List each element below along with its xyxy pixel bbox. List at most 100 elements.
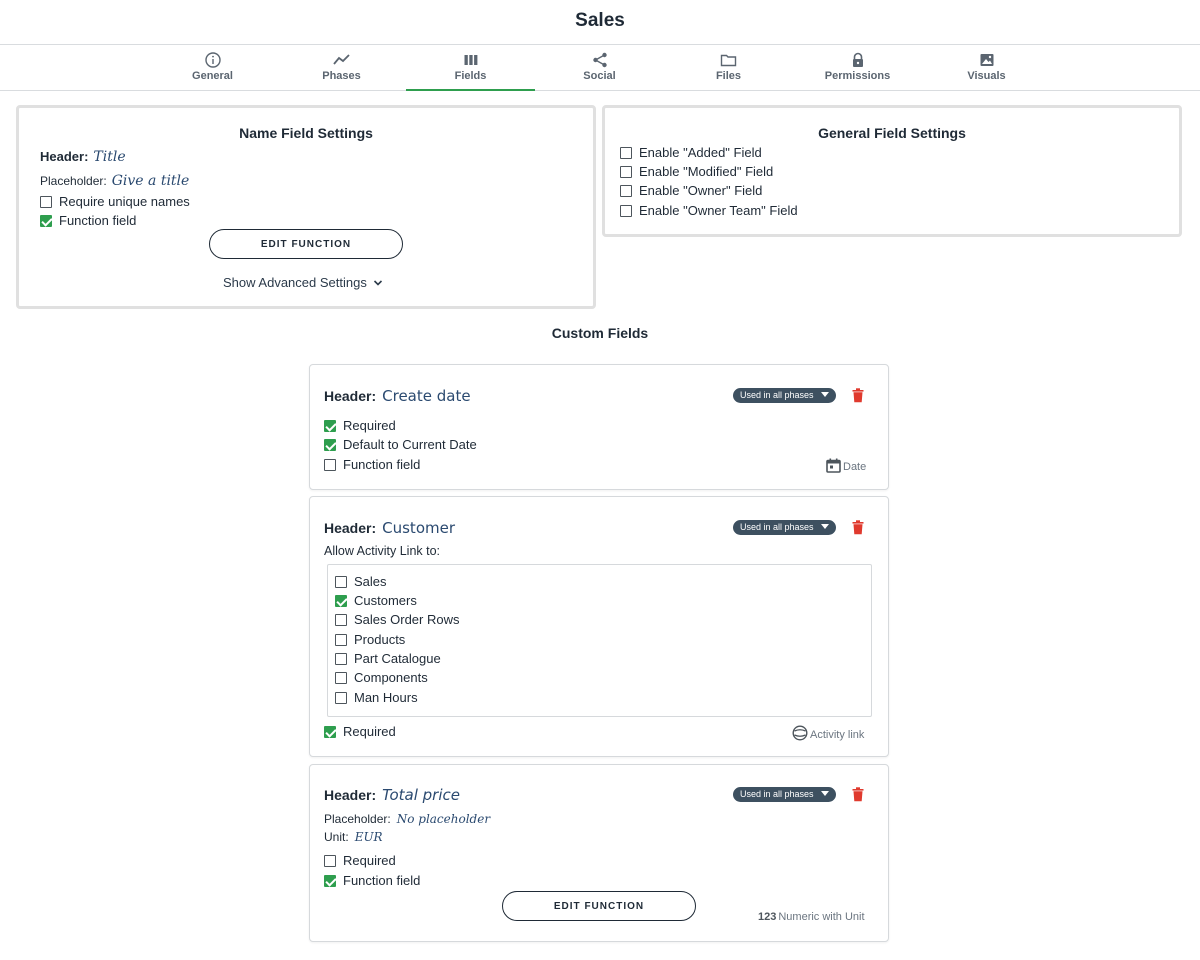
field-type-label: Numeric with Unit (778, 911, 865, 923)
field-type-tag: Activity link (792, 725, 864, 741)
link-target-man-hours[interactable]: Man Hours (335, 690, 418, 705)
header-label: Header: (40, 149, 89, 164)
edit-function-button[interactable]: EDIT FUNCTION (209, 229, 403, 259)
tab-visuals[interactable]: Visuals (922, 45, 1051, 91)
require-unique-checkbox[interactable] (40, 196, 52, 208)
header-value[interactable]: Title (93, 149, 125, 165)
enable-owner-team-checkbox[interactable] (620, 205, 632, 217)
phase-dropdown[interactable]: Used in all phases (733, 520, 836, 535)
function-field-checkbox[interactable] (40, 215, 52, 227)
card-header-row: Header: Total price (324, 786, 460, 804)
tab-phases[interactable]: Phases (277, 45, 406, 91)
link-target-checkbox[interactable] (335, 653, 347, 665)
field-type-tag: 123 Numeric with Unit (758, 911, 865, 923)
phase-dropdown[interactable]: Used in all phases (733, 388, 836, 403)
required-option[interactable]: Required (324, 418, 396, 433)
link-target-checkbox[interactable] (335, 634, 347, 646)
required-checkbox[interactable] (324, 855, 336, 867)
custom-field-card-customer: Header: Customer Used in all phases Allow… (309, 496, 889, 757)
show-advanced-settings-link[interactable]: Show Advanced Settings (223, 275, 383, 290)
phase-dropdown[interactable]: Used in all phases (733, 787, 836, 802)
trash-icon[interactable] (852, 520, 864, 535)
link-target-part-catalogue[interactable]: Part Catalogue (335, 651, 441, 666)
default-current-date-option[interactable]: Default to Current Date (324, 437, 477, 452)
name-header-row: Header: Title (40, 149, 126, 165)
page-title: Sales (575, 10, 625, 31)
tab-label: Files (715, 70, 742, 82)
header-label: Header: (324, 520, 377, 536)
trash-icon[interactable] (852, 388, 864, 403)
enable-owner-team-option[interactable]: Enable "Owner Team" Field (620, 203, 798, 218)
header-value[interactable]: Total price (382, 786, 460, 804)
function-field-option[interactable]: Function field (40, 213, 136, 228)
enable-owner-label: Enable "Owner" Field (639, 183, 763, 198)
link-target-products[interactable]: Products (335, 632, 405, 647)
enable-added-option[interactable]: Enable "Added" Field (620, 145, 762, 160)
default-current-date-checkbox[interactable] (324, 439, 336, 451)
tab-general[interactable]: General (148, 45, 277, 91)
enable-modified-checkbox[interactable] (620, 166, 632, 178)
tab-label: Social (583, 70, 616, 82)
tab-label: Visuals (967, 70, 1006, 82)
header-label: Header: (324, 388, 377, 404)
link-target-checkbox[interactable] (335, 672, 347, 684)
general-field-settings-panel: General Field Settings Enable "Added" Fi… (602, 105, 1182, 237)
unit-value[interactable]: EUR (355, 830, 383, 844)
placeholder-value[interactable]: Give a title (112, 173, 190, 189)
unit-label: Unit: (324, 830, 349, 844)
tab-fields[interactable]: Fields (406, 45, 535, 91)
function-field-option[interactable]: Function field (324, 873, 420, 888)
header-label: Header: (324, 787, 377, 803)
numeric-icon: 123 (758, 911, 777, 923)
link-target-components[interactable]: Components (335, 670, 428, 685)
require-unique-label: Require unique names (59, 194, 190, 209)
enable-added-checkbox[interactable] (620, 147, 632, 159)
placeholder-label: Placeholder: (324, 812, 391, 826)
function-field-option[interactable]: Function field (324, 457, 420, 472)
function-field-label: Function field (343, 457, 421, 472)
link-target-label: Man Hours (354, 690, 418, 705)
tab-permissions[interactable]: Permissions (793, 45, 922, 91)
name-placeholder-row: Placeholder: Give a title (40, 173, 189, 189)
field-type-label: Activity link (810, 729, 865, 741)
required-option[interactable]: Required (324, 853, 396, 868)
trash-icon[interactable] (852, 787, 864, 802)
activity-link-icon (792, 725, 808, 741)
header-value[interactable]: Create date (382, 387, 470, 405)
tab-label: Fields (454, 70, 487, 82)
required-label: Required (343, 853, 396, 868)
enable-owner-checkbox[interactable] (620, 185, 632, 197)
function-field-checkbox[interactable] (324, 459, 336, 471)
link-target-sales[interactable]: Sales (335, 574, 387, 589)
enable-modified-option[interactable]: Enable "Modified" Field (620, 164, 773, 179)
link-target-label: Components (354, 670, 428, 685)
link-target-label: Part Catalogue (354, 651, 441, 666)
link-target-checkbox[interactable] (335, 692, 347, 704)
tab-social[interactable]: Social (535, 45, 664, 91)
edit-function-button[interactable]: EDIT FUNCTION (502, 891, 696, 921)
link-target-checkbox[interactable] (335, 576, 347, 588)
link-target-label: Customers (354, 593, 417, 608)
link-target-checkbox[interactable] (335, 614, 347, 626)
placeholder-row: Placeholder: No placeholder (324, 811, 490, 826)
tab-files[interactable]: Files (664, 45, 793, 91)
chart-line-icon (332, 54, 350, 65)
phase-dropdown-label: Used in all phases (740, 522, 814, 532)
require-unique-option[interactable]: Require unique names (40, 194, 190, 209)
tab-label: General (192, 70, 233, 82)
link-target-checkbox[interactable] (335, 595, 347, 607)
link-target-customers[interactable]: Customers (335, 593, 417, 608)
field-type-label: Date (843, 461, 867, 473)
required-option[interactable]: Required (324, 724, 396, 739)
info-icon (204, 52, 221, 68)
function-field-checkbox[interactable] (324, 875, 336, 887)
required-checkbox[interactable] (324, 420, 336, 432)
link-target-sales-order-rows[interactable]: Sales Order Rows (335, 612, 459, 627)
function-field-label: Function field (343, 873, 421, 888)
enable-owner-option[interactable]: Enable "Owner" Field (620, 183, 762, 198)
allow-activity-link-label: Allow Activity Link to: (324, 544, 441, 558)
required-checkbox[interactable] (324, 726, 336, 738)
header-value[interactable]: Customer (382, 519, 455, 537)
placeholder-value[interactable]: No placeholder (397, 812, 490, 826)
caret-down-icon (820, 791, 829, 796)
